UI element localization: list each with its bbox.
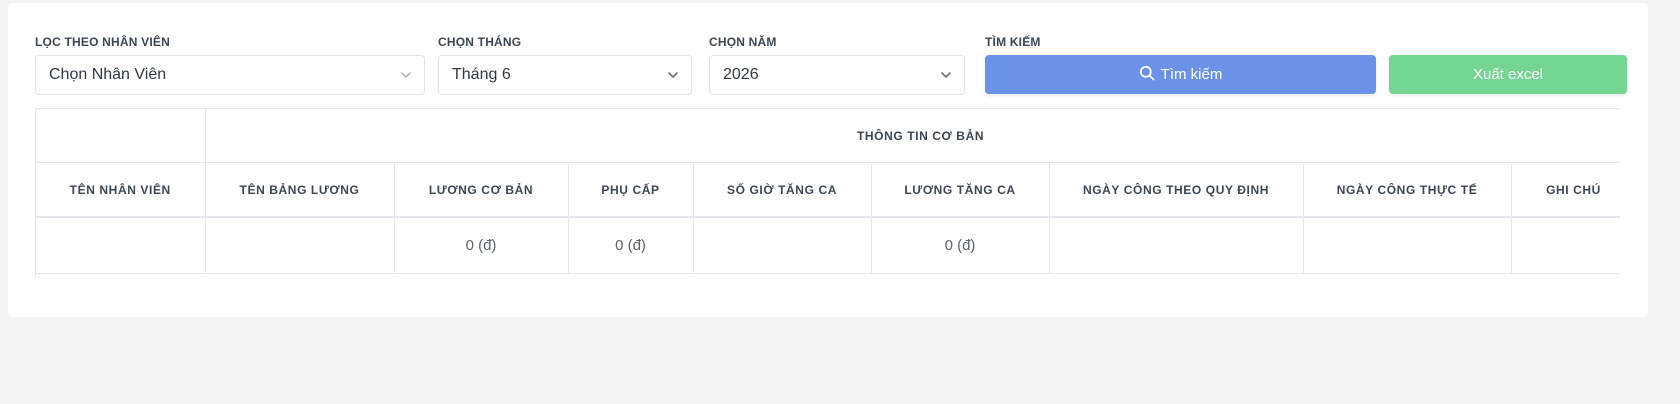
column-header-allowance: PHỤ CẤP: [568, 162, 694, 218]
cell-required-workdays: [1049, 217, 1304, 274]
month-filter: CHỌN THÁNG Tháng 6: [438, 33, 692, 95]
cell-base-salary: 0 (đ): [394, 217, 569, 274]
column-header-base-salary: LƯƠNG CƠ BẢN: [394, 162, 569, 218]
payroll-table-container[interactable]: THÔNG TIN CƠ BẢN TÊN NHÂN VIÊN TÊN BẢNG …: [35, 108, 1620, 277]
year-select[interactable]: 2026: [709, 55, 965, 95]
cell-actual-workdays: [1303, 217, 1512, 274]
column-header-overtime-hours: SỐ GIỜ TĂNG CA: [693, 162, 872, 218]
table-row: 0 (đ) 0 (đ) 0 (đ): [36, 217, 1620, 274]
payroll-filter-card: LỌC THEO NHÂN VIÊN Chọn Nhân Viên CHỌN T…: [8, 3, 1648, 317]
chevron-down-icon: [401, 72, 411, 78]
chevron-down-icon: [668, 72, 678, 78]
table-header-row: TÊN NHÂN VIÊN TÊN BẢNG LƯƠNG LƯƠNG CƠ BẢ…: [36, 162, 1620, 218]
payroll-table: THÔNG TIN CƠ BẢN TÊN NHÂN VIÊN TÊN BẢNG …: [36, 109, 1620, 274]
search-filter-label: TÌM KIẾM: [985, 35, 1041, 49]
employee-select[interactable]: Chọn Nhân Viên: [35, 55, 425, 95]
column-header-employee-name: TÊN NHÂN VIÊN: [36, 162, 206, 218]
column-header-overtime-pay: LƯƠNG TĂNG CA: [871, 162, 1050, 218]
export-excel-button[interactable]: Xuất excel: [1389, 55, 1627, 94]
group-header-basic-info: THÔNG TIN CƠ BẢN: [205, 109, 1620, 163]
column-header-actual-workdays: NGÀY CÔNG THỰC TẾ: [1303, 162, 1512, 218]
export-button-label: Xuất excel: [1472, 66, 1544, 83]
column-header-payroll-name: TÊN BẢNG LƯƠNG: [205, 162, 395, 218]
group-header-empty: [36, 109, 206, 163]
cell-overtime-hours: [693, 217, 872, 274]
employee-filter: LỌC THEO NHÂN VIÊN Chọn Nhân Viên: [35, 33, 425, 95]
employee-select-value: Chọn Nhân Viên: [49, 66, 167, 83]
chevron-down-icon: [941, 72, 951, 78]
year-filter-label: CHỌN NĂM: [709, 35, 777, 49]
cell-allowance: 0 (đ): [568, 217, 694, 274]
year-select-value: 2026: [723, 66, 759, 83]
month-filter-label: CHỌN THÁNG: [438, 35, 522, 49]
column-header-required-workdays: NGÀY CÔNG THEO QUY ĐỊNH: [1049, 162, 1304, 218]
employee-filter-label: LỌC THEO NHÂN VIÊN: [35, 35, 170, 49]
search-filter: TÌM KIẾM: [985, 33, 1185, 51]
year-filter: CHỌN NĂM 2026: [709, 33, 965, 95]
search-icon: [1139, 65, 1155, 81]
cell-overtime-pay: 0 (đ): [871, 217, 1050, 274]
month-select-value: Tháng 6: [452, 66, 511, 83]
cell-employee-name: [36, 217, 206, 274]
filter-row: LỌC THEO NHÂN VIÊN Chọn Nhân Viên CHỌN T…: [35, 33, 1630, 97]
cell-notes: [1511, 217, 1620, 274]
column-header-notes: GHI CHÚ: [1511, 162, 1620, 218]
search-button[interactable]: Tìm kiếm: [985, 55, 1376, 94]
table-group-header-row: THÔNG TIN CƠ BẢN: [36, 109, 1620, 163]
cell-payroll-name: [205, 217, 395, 274]
month-select[interactable]: Tháng 6: [438, 55, 692, 95]
search-button-label: Tìm kiếm: [1160, 66, 1223, 83]
